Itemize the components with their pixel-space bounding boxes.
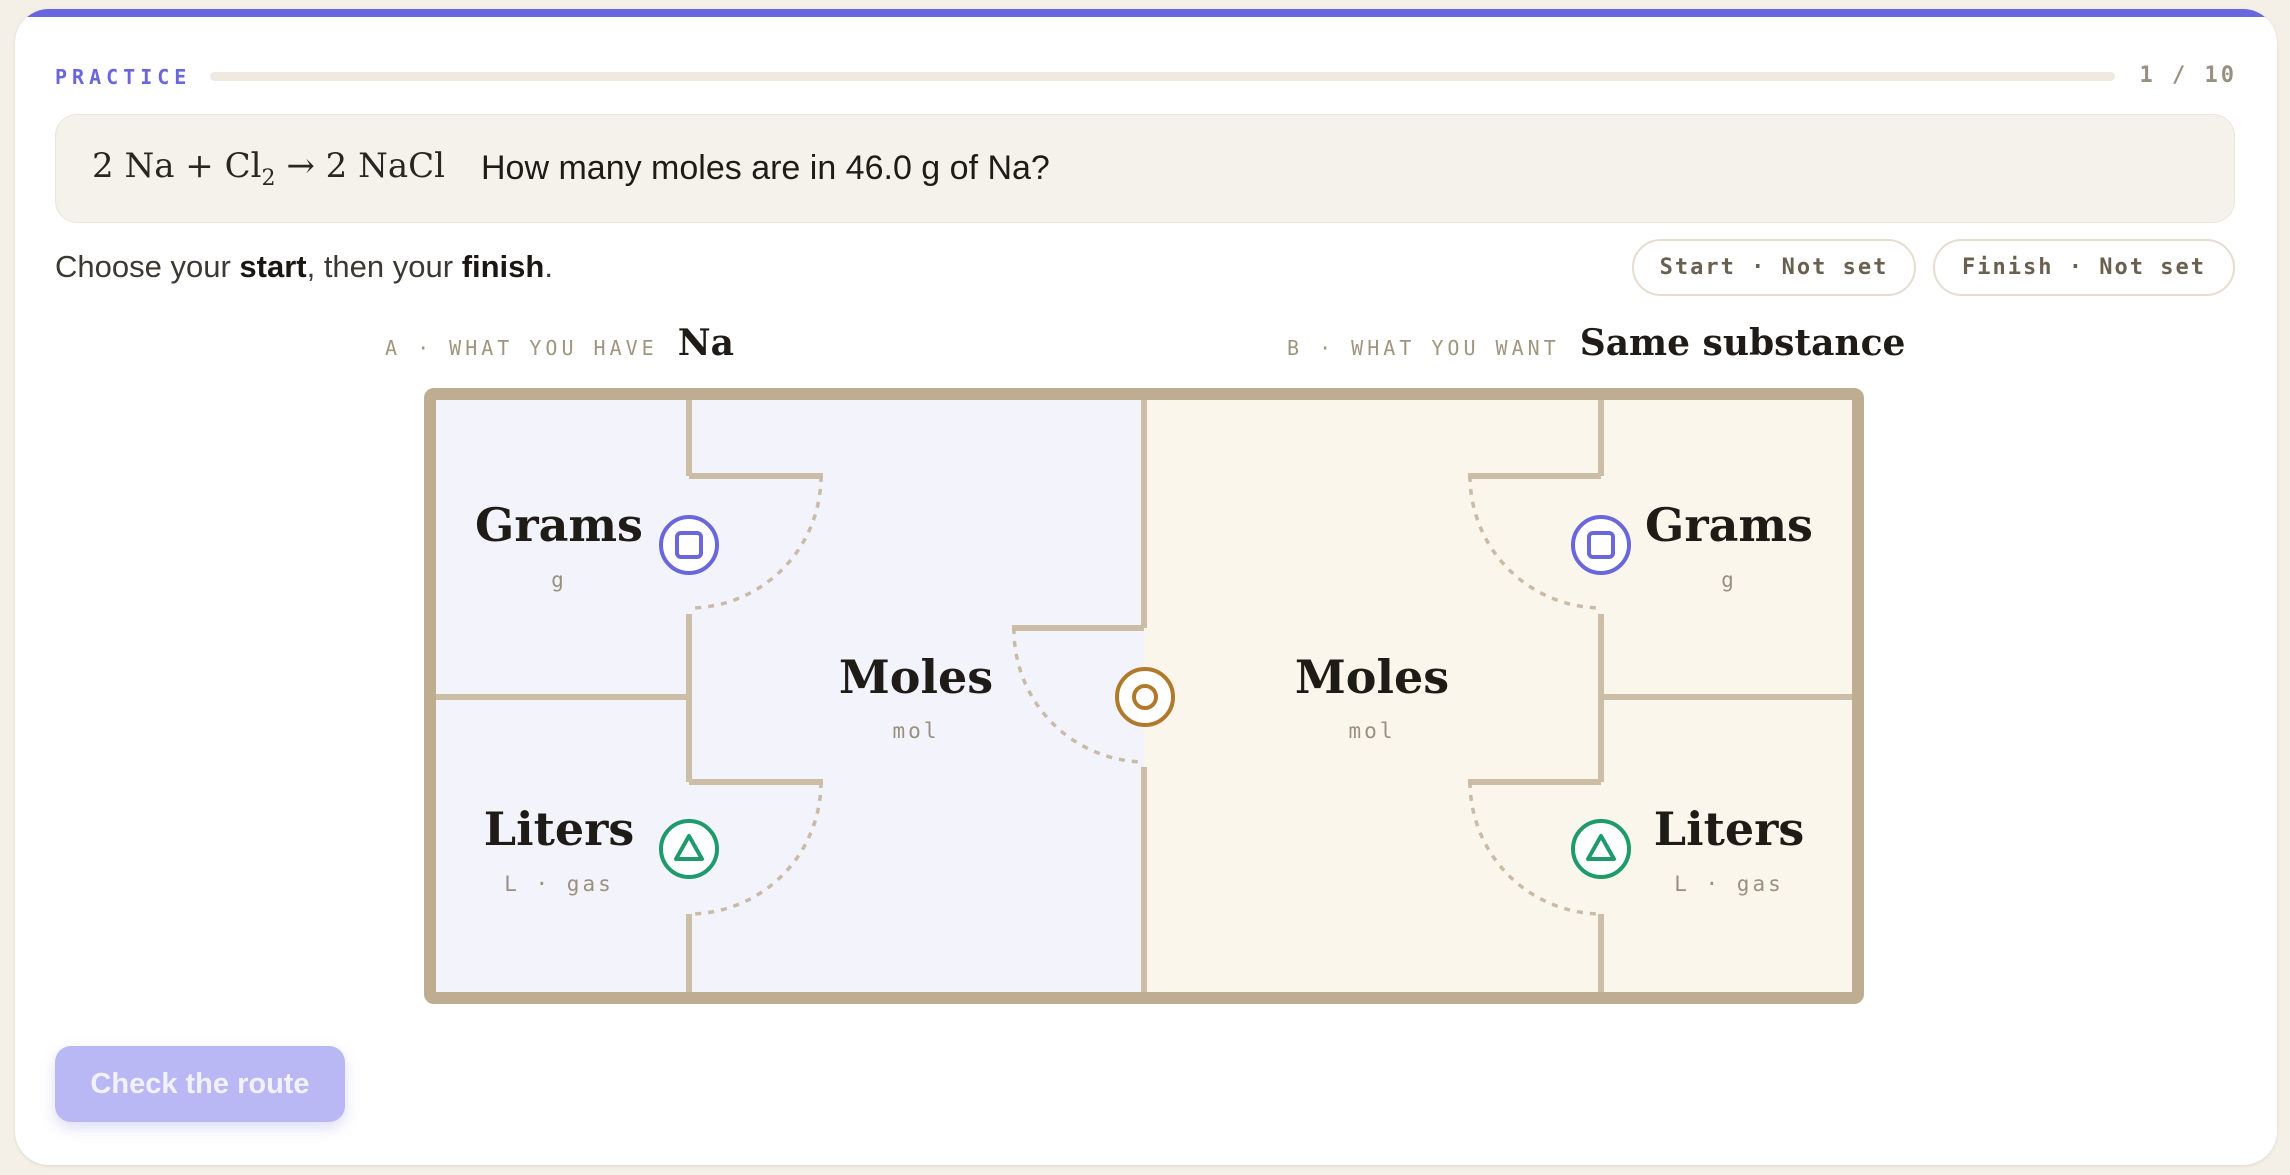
finish-selection-pill[interactable]: Finish · Not set: [1933, 239, 2235, 296]
progress-bar: [210, 72, 2115, 81]
check-route-button[interactable]: Check the route: [55, 1046, 345, 1122]
room-a-grams[interactable]: [434, 398, 687, 695]
side-a-caption: A · WHAT YOU HAVE Na: [385, 322, 734, 364]
door-center-moles[interactable]: [1115, 667, 1175, 727]
room-b-moles[interactable]: [1147, 398, 1597, 994]
room-a-moles[interactable]: [692, 398, 1142, 994]
chemical-equation: 2 Na + Cl2 → 2 NaCl: [92, 146, 445, 191]
progress-count: 1 / 10: [2139, 63, 2237, 88]
side-a-substance: Na: [677, 322, 734, 364]
door-b-liters[interactable]: [1571, 819, 1631, 879]
room-b-grams[interactable]: [1603, 398, 1855, 695]
room-b-liters[interactable]: [1603, 700, 1855, 994]
side-b-substance: Same substance: [1579, 322, 1906, 364]
side-b-caption: B · WHAT YOU WANT Same substance: [1287, 322, 1906, 364]
question-text: How many moles are in 46.0 g of Na?: [481, 149, 1050, 187]
instruction-text: Choose your start, then your finish.: [55, 249, 553, 284]
card-accent-bar: [15, 9, 2277, 17]
question-box: 2 Na + Cl2 → 2 NaCl How many moles are i…: [55, 114, 2235, 223]
door-a-liters[interactable]: [659, 819, 719, 879]
mode-label: PRACTICE: [55, 65, 192, 89]
door-b-grams[interactable]: [1571, 515, 1631, 575]
door-a-grams[interactable]: [659, 515, 719, 575]
room-a-liters[interactable]: [434, 700, 687, 994]
start-selection-pill[interactable]: Start · Not set: [1632, 239, 1916, 296]
